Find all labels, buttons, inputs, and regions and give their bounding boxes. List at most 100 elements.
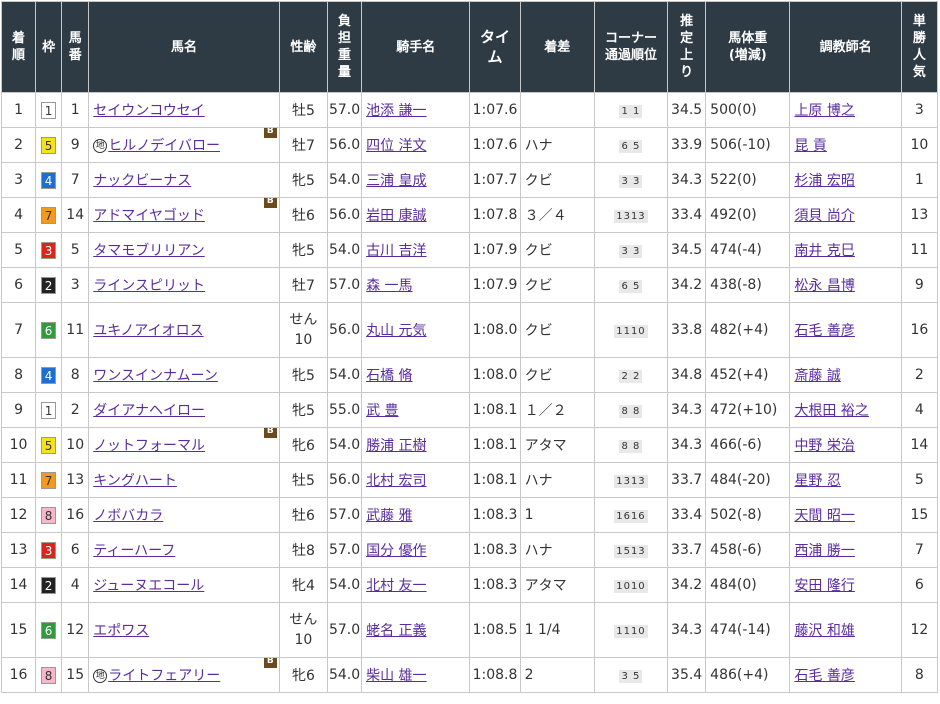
jockey-link[interactable]: 丸山 元気: [366, 323, 426, 339]
weight-cell: 54.0: [326, 232, 363, 268]
trainer-cell: 天間 昭一: [789, 497, 902, 533]
trainer-link[interactable]: 須貝 尚介: [794, 208, 854, 224]
jockey-link[interactable]: 北村 友一: [366, 578, 426, 594]
waku-cell: 6: [35, 602, 63, 658]
jockey-link[interactable]: 北村 宏司: [366, 473, 426, 489]
jockey-link[interactable]: 勝浦 正樹: [366, 438, 426, 454]
trainer-link[interactable]: 天間 昭一: [794, 508, 854, 524]
trainer-link[interactable]: 安田 隆行: [794, 578, 854, 594]
body-weight-cell: 452(+4): [705, 357, 791, 393]
margin-cell: ハナ: [519, 532, 595, 568]
horse-cell: ラインスピリット: [88, 267, 280, 303]
margin-cell: 2: [519, 657, 595, 693]
weight-cell: 57.0: [326, 497, 363, 533]
time-cell: 1:08.8: [469, 657, 521, 693]
header-last3f: 推定上り: [667, 1, 707, 93]
trainer-link[interactable]: 中野 栄治: [794, 438, 854, 454]
jockey-link[interactable]: 石橋 脩: [366, 368, 412, 384]
umaban-cell: 6: [61, 532, 90, 568]
jockey-link[interactable]: 池添 謙一: [366, 103, 426, 119]
time-cell: 1:07.6: [469, 92, 521, 128]
horse-link[interactable]: ティーハーフ: [93, 543, 175, 559]
horse-cell: ワンスインナムーン: [88, 357, 280, 393]
popularity-cell: 13: [900, 197, 939, 233]
trainer-link[interactable]: 石毛 善彦: [794, 323, 854, 339]
popularity-cell: 16: [900, 302, 939, 358]
jockey-link[interactable]: 四位 洋文: [366, 138, 426, 154]
trainer-link[interactable]: 西浦 勝一: [794, 543, 854, 559]
header-jockey-label: 騎手名: [396, 39, 436, 55]
horse-link[interactable]: ワンスインナムーン: [93, 368, 218, 384]
body-weight-cell: 472(+10): [705, 392, 791, 428]
horse-cell: タマモブリリアン: [88, 232, 280, 268]
weight-cell: 55.0: [326, 392, 363, 428]
corner-order: 1313: [614, 475, 648, 488]
jockey-link[interactable]: 柴山 雄一: [366, 668, 426, 684]
jockey-link[interactable]: 三浦 皇成: [366, 173, 426, 189]
corner-cell: 3 3: [593, 232, 669, 268]
sexage-cell: せん 10: [278, 602, 329, 658]
waku-badge: 2: [41, 276, 57, 294]
weight-cell: 56.0: [326, 197, 363, 233]
horse-link[interactable]: ヒルノデイバロー: [108, 138, 220, 154]
umaban-cell: 4: [61, 567, 90, 603]
trainer-link[interactable]: 石毛 善彦: [794, 668, 854, 684]
horse-link[interactable]: エポワス: [93, 623, 149, 639]
jockey-link[interactable]: 森 一馬: [366, 278, 412, 294]
trainer-link[interactable]: 大根田 裕之: [794, 403, 868, 419]
jockey-link[interactable]: 岩田 康誠: [366, 208, 426, 224]
trainer-link[interactable]: 上原 博之: [794, 103, 854, 119]
horse-link[interactable]: ラインスピリット: [93, 278, 205, 294]
horse-link[interactable]: ユキノアイオロス: [93, 323, 203, 339]
jockey-link[interactable]: 武藤 雅: [366, 508, 412, 524]
umaban-cell: 13: [61, 462, 90, 498]
jockey-link[interactable]: 蛯名 正義: [366, 623, 426, 639]
header-pop-label: 単勝人気: [912, 14, 926, 80]
trainer-link[interactable]: 斎藤 誠: [794, 368, 840, 384]
sexage-cell: 牡7: [278, 127, 329, 163]
horse-link[interactable]: セイウンコウセイ: [93, 103, 204, 119]
margin-cell: １／２: [519, 392, 595, 428]
umaban-cell: 5: [61, 232, 90, 268]
corner-cell: 3 3: [593, 162, 669, 198]
margin-cell: クビ: [519, 302, 595, 358]
horse-link[interactable]: ダイアナヘイロー: [93, 403, 205, 419]
blinker-icon: B: [263, 428, 277, 438]
jockey-link[interactable]: 古川 吉洋: [366, 243, 426, 259]
rank-cell: 7: [0, 302, 37, 358]
horse-cell: エポワス: [88, 602, 280, 658]
trainer-link[interactable]: 藤沢 和雄: [794, 623, 854, 639]
last3f-cell: 34.2: [667, 567, 707, 603]
trainer-link[interactable]: 杉浦 宏昭: [794, 173, 854, 189]
header-sexage-label: 性齢: [290, 39, 317, 55]
trainer-link[interactable]: 南井 克巳: [794, 243, 854, 259]
jockey-link[interactable]: 国分 優作: [366, 543, 426, 559]
header-horse: 馬名: [88, 1, 280, 93]
popularity-cell: 11: [900, 232, 939, 268]
trainer-link[interactable]: 星野 忍: [794, 473, 840, 489]
horse-link[interactable]: ナックビーナス: [93, 173, 191, 189]
horse-link[interactable]: ノボバカラ: [93, 508, 163, 524]
popularity-cell: 2: [900, 357, 939, 393]
rank-cell: 1: [0, 92, 37, 128]
jockey-link[interactable]: 武 豊: [366, 403, 398, 419]
horse-link[interactable]: ノットフォーマル: [93, 438, 205, 454]
table-row: 2 5 9 地ヒルノデイバロー B 牡7 56.0 四位 洋文 1:07.6 ハナ…: [0, 127, 939, 163]
horse-link[interactable]: ジューヌエコール: [93, 578, 204, 594]
rank-cell: 3: [0, 162, 37, 198]
trainer-link[interactable]: 松永 昌博: [794, 278, 854, 294]
horse-link[interactable]: タマモブリリアン: [93, 243, 204, 259]
header-umaban-label: 馬番: [68, 31, 82, 63]
header-last3f-label: 推定上り: [680, 14, 694, 80]
corner-cell: 1110: [593, 302, 669, 358]
jockey-cell: 柴山 雄一: [361, 657, 471, 693]
horse-link[interactable]: アドマイヤゴッド: [93, 208, 205, 224]
margin-cell: ハナ: [519, 127, 595, 163]
horse-link[interactable]: キングハート: [93, 473, 177, 489]
popularity-cell: 4: [900, 392, 939, 428]
trainer-link[interactable]: 昆 貢: [794, 138, 826, 154]
margin-cell: アタマ: [519, 427, 595, 463]
horse-cell: アドマイヤゴッド B: [88, 197, 280, 233]
trainer-cell: 昆 貢: [789, 127, 902, 163]
horse-link[interactable]: ライトフェアリー: [108, 668, 220, 684]
